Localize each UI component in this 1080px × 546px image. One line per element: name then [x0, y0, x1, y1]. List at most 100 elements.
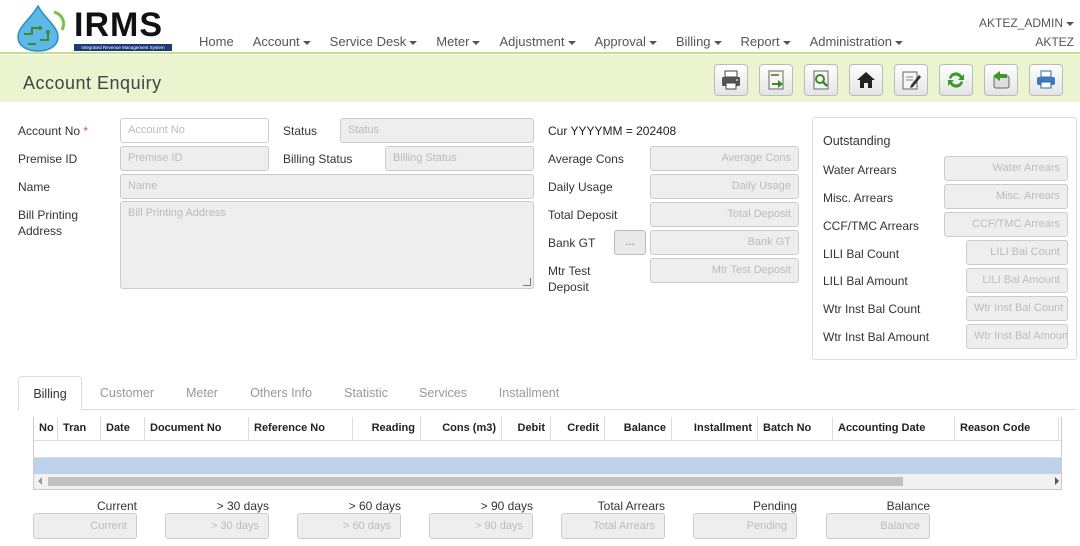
premise-id-input[interactable]: Premise ID	[120, 146, 269, 171]
column-header-cons[interactable]: Cons (m3)	[421, 417, 502, 441]
tab-meter[interactable]: Meter	[175, 376, 229, 411]
print-button[interactable]	[1029, 64, 1063, 96]
account-no-input[interactable]: Account No	[120, 118, 269, 143]
export-button[interactable]	[759, 64, 793, 96]
name-input[interactable]: Name	[120, 174, 534, 199]
tab-installment[interactable]: Installment	[486, 376, 572, 411]
over-60-days-input[interactable]: > 60 days	[297, 513, 401, 539]
status-input[interactable]: Status	[340, 118, 534, 143]
lili-bal-amount-input[interactable]: LILI Bal Amount	[966, 268, 1068, 293]
page-title: Account Enquiry	[23, 73, 162, 93]
over-90-days-input[interactable]: > 90 days	[429, 513, 533, 539]
wtr-inst-bal-amount-input[interactable]: Wtr Inst Bal Amount	[966, 324, 1068, 349]
tab-billing[interactable]: Billing	[18, 376, 82, 411]
column-header-batch-no[interactable]: Batch No	[758, 417, 833, 441]
column-header-document-no[interactable]: Document No	[145, 417, 249, 441]
total-arrears-label: Total Arrears	[597, 499, 665, 513]
daily-usage-input[interactable]: Daily Usage	[650, 174, 799, 199]
water-arrears-input[interactable]: Water Arrears	[944, 156, 1068, 181]
nav-service-desk[interactable]: Service Desk	[330, 34, 418, 49]
export-icon	[768, 70, 784, 90]
detail-tabs: Billing Customer Meter Others Info Stati…	[18, 376, 1077, 411]
printer-button[interactable]	[714, 64, 748, 96]
tab-others-info[interactable]: Others Info	[240, 376, 322, 411]
nav-meter[interactable]: Meter	[436, 34, 481, 49]
nav-adjustment[interactable]: Adjustment	[499, 34, 576, 49]
outstanding-title: Outstanding	[823, 134, 891, 148]
total-arrears-input[interactable]: Total Arrears	[561, 513, 665, 539]
scrollbar-thumb[interactable]	[48, 477, 903, 486]
mtr-test-deposit-input[interactable]: Mtr Test Deposit	[650, 258, 799, 283]
balance-input[interactable]: Balance	[826, 513, 930, 539]
search-document-button[interactable]	[804, 64, 838, 96]
lili-bal-count-input[interactable]: LILI Bal Count	[966, 240, 1068, 265]
bill-printing-address-textarea[interactable]: Bill Printing Address	[120, 201, 534, 289]
column-header-accounting-date[interactable]: Accounting Date	[833, 417, 955, 441]
page-title-bar: Account Enquiry	[0, 55, 1080, 102]
bank-gt-label: Bank GT	[548, 236, 596, 250]
irms-logo[interactable]: IRMS Integrated Revenue Management Syste…	[10, 4, 172, 52]
edit-icon	[902, 71, 921, 90]
back-button[interactable]	[984, 64, 1018, 96]
over-30-days-input[interactable]: > 30 days	[165, 513, 269, 539]
column-header-tran[interactable]: Tran	[58, 417, 101, 441]
resize-handle[interactable]	[523, 278, 531, 286]
refresh-button[interactable]	[939, 64, 973, 96]
nav-label: Home	[199, 34, 234, 49]
edit-button[interactable]	[894, 64, 928, 96]
water-drop-logo-icon	[17, 4, 66, 52]
user-name: AKTEZ	[1035, 35, 1074, 49]
horizontal-scrollbar[interactable]	[34, 474, 1061, 489]
billing-status-label: Billing Status	[283, 152, 353, 166]
average-cons-label: Average Cons	[548, 152, 624, 166]
caret-down-icon	[472, 40, 481, 45]
nav-billing[interactable]: Billing	[676, 34, 722, 49]
nav-account[interactable]: Account	[253, 34, 311, 49]
bank-gt-input[interactable]: Bank GT	[650, 230, 799, 255]
scroll-right-icon[interactable]	[1055, 477, 1059, 485]
user-area: AKTEZ_ADMIN AKTEZ	[979, 14, 1074, 52]
tab-customer[interactable]: Customer	[90, 376, 164, 411]
wtr-inst-bal-count-input[interactable]: Wtr Inst Bal Count	[966, 296, 1068, 321]
nav-label: Adjustment	[499, 34, 565, 49]
daily-usage-label: Daily Usage	[548, 180, 613, 194]
column-header-date[interactable]: Date	[101, 417, 145, 441]
wtr-inst-bal-count-label: Wtr Inst Bal Count	[823, 302, 921, 316]
nav-administration[interactable]: Administration	[810, 34, 903, 49]
nav-report[interactable]: Report	[741, 34, 791, 49]
column-header-no[interactable]: No	[34, 417, 58, 441]
table-row[interactable]	[34, 441, 1061, 458]
caret-down-icon	[302, 40, 311, 45]
total-deposit-input[interactable]: Total Deposit	[650, 202, 799, 227]
misc-arrears-label: Misc. Arrears	[823, 191, 894, 205]
column-header-reason-code[interactable]: Reason Code	[955, 417, 1059, 441]
column-header-reading[interactable]: Reading	[353, 417, 421, 441]
column-header-balance[interactable]: Balance	[605, 417, 672, 441]
average-cons-input[interactable]: Average Cons	[650, 146, 799, 171]
billing-status-input[interactable]: Billing Status	[385, 146, 534, 171]
current-label: Current	[96, 499, 137, 513]
column-header-installment[interactable]: Installment	[672, 417, 758, 441]
home-button[interactable]	[849, 64, 883, 96]
ccf-tmc-arrears-input[interactable]: CCF/TMC Arrears	[944, 212, 1068, 237]
column-header-reference-no[interactable]: Reference No	[249, 417, 353, 441]
column-header-credit[interactable]: Credit	[551, 417, 605, 441]
pending-input[interactable]: Pending	[693, 513, 797, 539]
nav-home[interactable]: Home	[199, 34, 234, 49]
account-no-label: Account No *	[18, 123, 88, 139]
misc-arrears-input[interactable]: Misc. Arrears	[944, 184, 1068, 209]
column-header-debit[interactable]: Debit	[502, 417, 551, 441]
caret-down-icon	[713, 40, 722, 45]
user-menu[interactable]: AKTEZ_ADMIN	[979, 14, 1074, 33]
nav-label: Billing	[675, 34, 711, 49]
print-icon	[1037, 70, 1055, 89]
tab-statistic[interactable]: Statistic	[333, 376, 399, 411]
top-navbar: IRMS Integrated Revenue Management Syste…	[0, 0, 1080, 54]
tab-services[interactable]: Services	[410, 376, 476, 411]
scroll-left-icon[interactable]	[38, 477, 42, 485]
nav-approval[interactable]: Approval	[595, 34, 657, 49]
table-row-selected[interactable]	[34, 458, 1061, 474]
logo-subtitle: Integrated Revenue Management System	[74, 44, 172, 51]
current-input[interactable]: Current	[33, 513, 137, 539]
bank-gt-lookup-button[interactable]: ...	[614, 230, 646, 255]
